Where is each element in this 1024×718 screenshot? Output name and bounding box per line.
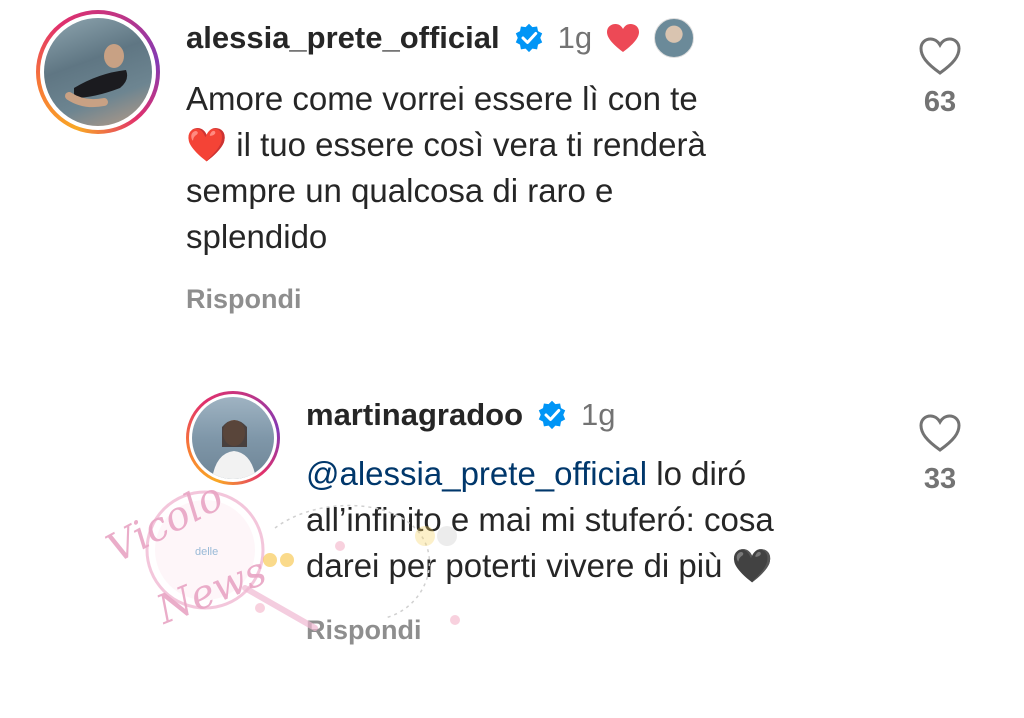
comment-text-line: ❤️ il tuo essere così vera ti renderà	[186, 126, 706, 163]
comment-text-line: darei per poterti vivere di più 🖤	[306, 547, 773, 584]
avatar[interactable]	[36, 10, 160, 134]
verified-badge-icon	[538, 400, 566, 430]
comment-text-line: @alessia_prete_official lo diró	[306, 455, 747, 492]
black-heart-emoji: 🖤	[731, 547, 773, 584]
heart-emoji: ❤️	[186, 126, 228, 163]
reply-button[interactable]: Rispondi	[186, 284, 302, 315]
comment-time: 1g	[557, 20, 593, 55]
comment-time: 1g	[581, 397, 616, 432]
avatar-photo	[192, 397, 274, 479]
comment-text-line: all’infinito e mai mi stuferó: cosa	[306, 501, 774, 538]
comment-reply-item: martinagradoo 1g @alessia_prete_official…	[0, 385, 1024, 718]
reply-button[interactable]: Rispondi	[306, 615, 422, 646]
username[interactable]: martinagradoo	[306, 397, 523, 433]
like-count: 63	[923, 86, 957, 118]
like-heart-icon[interactable]	[918, 413, 962, 453]
creator-avatar	[654, 18, 695, 58]
like-heart-icon[interactable]	[918, 36, 962, 76]
comment-item: alessia_prete_official 1g Amore come vor…	[0, 0, 1024, 350]
like-count: 33	[923, 463, 957, 495]
comment-text-line: Amore come vorrei essere lì con te	[186, 80, 698, 117]
avatar[interactable]	[186, 391, 280, 485]
mention-link[interactable]: @alessia_prete_official	[306, 455, 647, 492]
verified-badge-icon	[515, 23, 542, 53]
comment-text-line: splendido	[186, 218, 328, 255]
liked-heart-icon	[607, 24, 640, 52]
comment-text-line: sempre un qualcosa di raro e	[186, 172, 614, 209]
avatar-photo	[44, 18, 152, 126]
username[interactable]: alessia_prete_official	[186, 20, 500, 56]
